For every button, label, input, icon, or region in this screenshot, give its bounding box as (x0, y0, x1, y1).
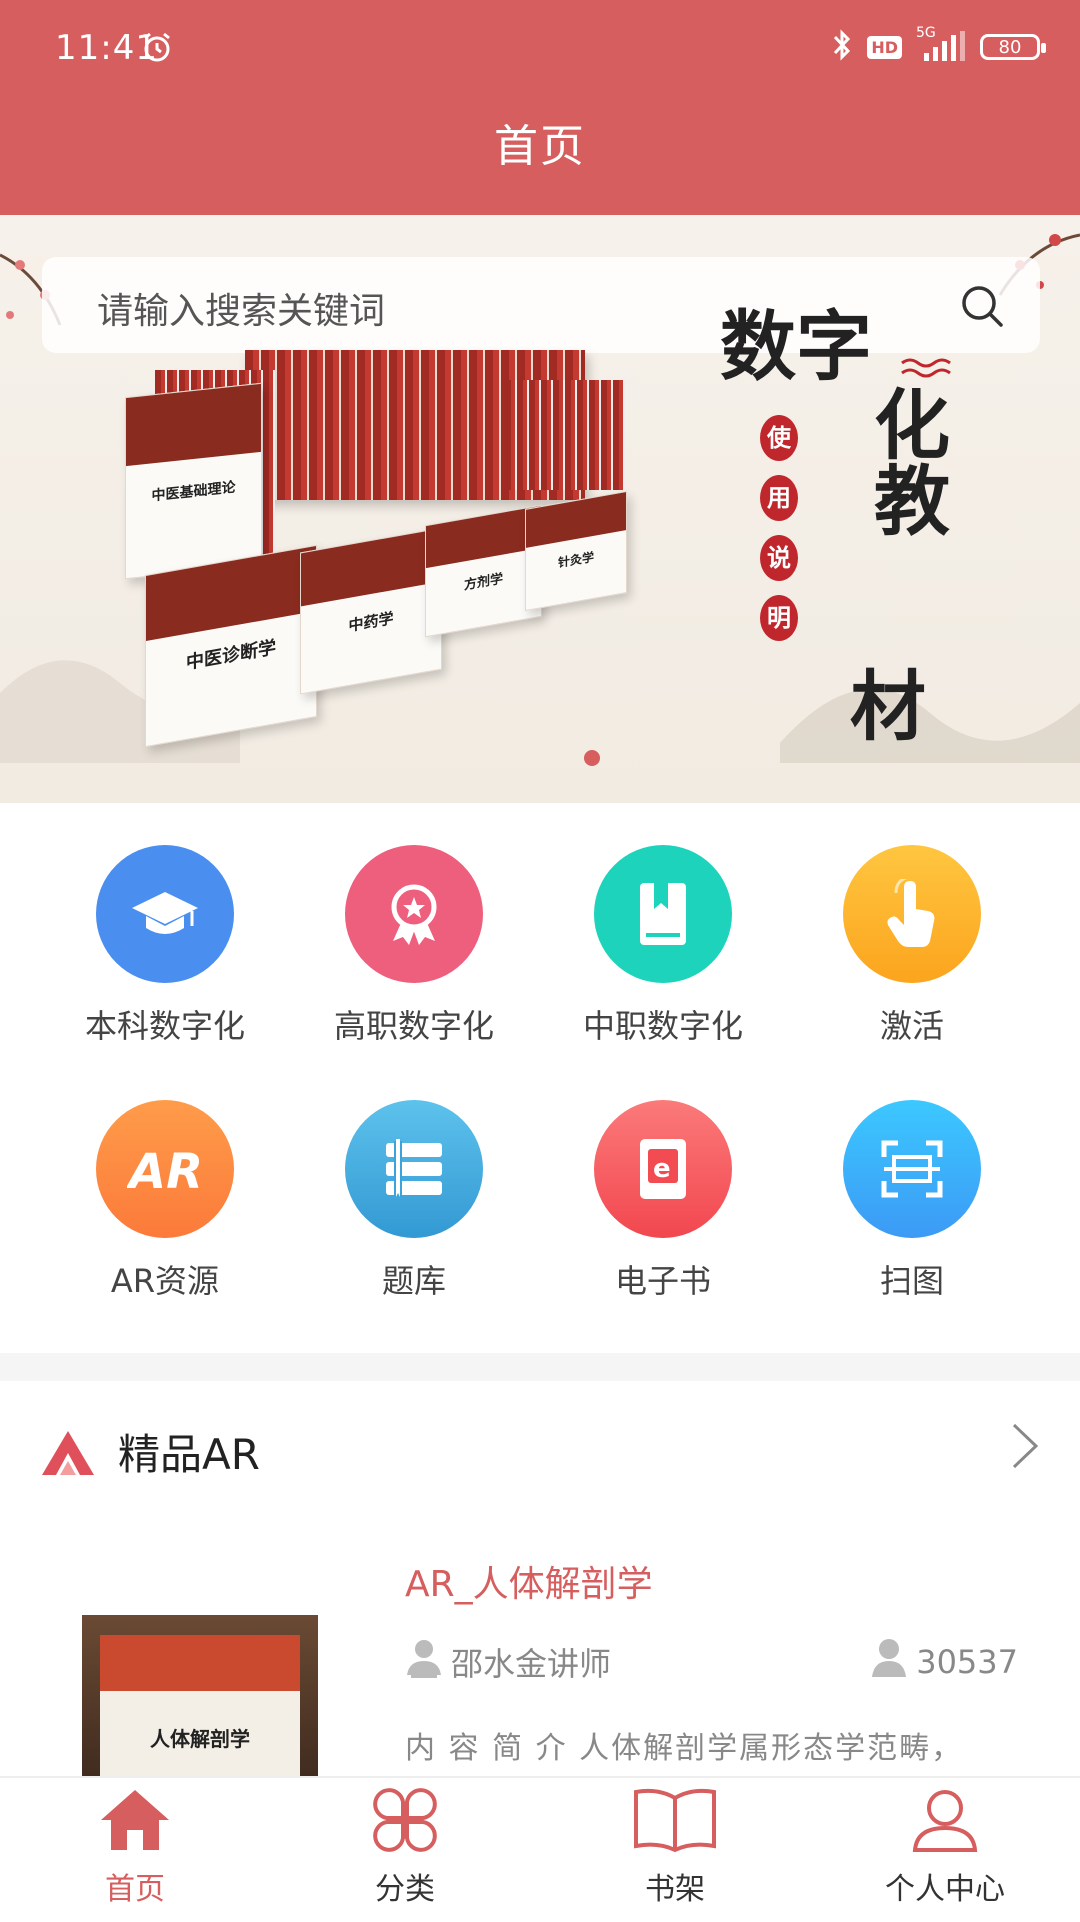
section-header[interactable]: 精品AR (0, 1381, 1080, 1521)
graduation-cap-icon (96, 845, 234, 983)
course-thumbnail: 人体解剖学 (82, 1615, 318, 1785)
bottom-navigation: 首页 分类 书架 个人中心 (0, 1776, 1080, 1922)
section-divider (0, 1353, 1080, 1381)
scan-icon (843, 1100, 981, 1238)
nav-home[interactable]: 首页 (0, 1786, 270, 1908)
banner-carousel[interactable]: 请输入搜索关键词 中医基础理论 中医诊断学 中药学 方剂学 针灸学 数字 化教 … (0, 215, 1080, 803)
book-cover: 针灸学 (525, 491, 627, 611)
question-bank-icon (345, 1100, 483, 1238)
course-description: 内 容 简 介 人体解剖学属形态学范畴， (405, 1731, 964, 1766)
nav-label: 个人中心 (885, 1872, 1005, 1907)
book-cover: 中医基础理论 (125, 382, 262, 580)
calligraphy-title: 数字 化教 材 使 用 说 明 (700, 285, 1020, 765)
status-bar: 11:41 HD 5G 80 (0, 0, 1080, 105)
search-input[interactable]: 请输入搜索关键词 (97, 282, 385, 334)
ar-course-card[interactable]: 人体解剖学 AR_人体解剖学 邵水金讲师 30537 内 容 简 介 人体解剖学… (0, 1545, 1080, 1785)
calligraphy-line-3: 材 (850, 662, 926, 751)
grid-item-scan[interactable]: 扫图 (792, 1100, 1032, 1302)
grid-item-ebook[interactable]: e 电子书 (543, 1100, 783, 1302)
wave-icon (901, 358, 951, 378)
grid-item-secondary-digital[interactable]: 中职数字化 (543, 845, 783, 1047)
category-icon (373, 1788, 437, 1852)
grid-item-label: 中职数字化 (582, 1007, 743, 1045)
award-badge-icon (345, 845, 483, 983)
grid-item-question-bank[interactable]: 题库 (294, 1100, 534, 1302)
nav-category[interactable]: 分类 (270, 1786, 540, 1908)
grid-item-label: 本科数字化 (84, 1007, 245, 1045)
battery-level: 80 (998, 36, 1022, 58)
book-shelf-right (505, 380, 625, 490)
status-icons: HD 5G 80 (831, 25, 1046, 66)
bookshelf-icon (634, 1788, 716, 1853)
grid-item-undergrad-digital[interactable]: 本科数字化 (45, 845, 285, 1047)
seal-char: 使 (760, 415, 798, 461)
lecturer-icon (405, 1637, 443, 1687)
grid-item-label: 扫图 (879, 1262, 944, 1300)
ar-icon: AR (96, 1100, 234, 1238)
grid-item-vocational-digital[interactable]: 高职数字化 (294, 845, 534, 1047)
grid-item-label: 激活 (879, 1007, 944, 1045)
battery-icon: 80 (980, 34, 1046, 60)
calligraphy-line-2: 化教 (861, 385, 950, 537)
user-icon (912, 1790, 978, 1852)
chevron-right-icon[interactable] (1008, 1421, 1042, 1475)
alarm-icon (140, 30, 174, 68)
bookmark-book-icon (594, 845, 732, 983)
grid-item-ar-resources[interactable]: AR AR资源 (45, 1100, 285, 1302)
course-title[interactable]: AR_人体解剖学 (405, 1555, 653, 1607)
book-title: 针灸学 (557, 549, 594, 571)
carousel-dot[interactable] (584, 750, 600, 766)
thumbnail-title: 人体解剖学 (150, 1727, 250, 1751)
user-count-icon (870, 1637, 908, 1687)
author-name: 邵水金讲师 (451, 1645, 612, 1683)
signal-icon: 5G (916, 25, 966, 63)
book-title: 中药学 (348, 609, 394, 635)
nav-label: 书架 (645, 1872, 705, 1907)
svg-text:e: e (653, 1154, 671, 1184)
grid-item-label: 题库 (381, 1262, 446, 1300)
seal-char: 用 (760, 475, 798, 521)
grid-item-label: 高职数字化 (333, 1007, 494, 1045)
view-count-value: 30537 (916, 1643, 1018, 1681)
calligraphy-line-1: 数字 (720, 302, 872, 391)
seal-char: 说 (760, 535, 798, 581)
grid-item-activate[interactable]: 激活 (792, 845, 1032, 1047)
svg-text:AR: AR (127, 1144, 203, 1194)
hand-tap-icon (843, 845, 981, 983)
section-title: 精品AR (118, 1430, 260, 1479)
home-icon (101, 1790, 169, 1850)
grid-item-label: AR资源 (110, 1262, 220, 1300)
book-title: 方剂学 (463, 571, 503, 594)
nav-profile[interactable]: 个人中心 (810, 1786, 1080, 1908)
nav-bookshelf[interactable]: 书架 (540, 1786, 810, 1908)
author-info: 邵水金讲师 (405, 1637, 611, 1687)
nav-label: 分类 (375, 1872, 435, 1907)
seal-char: 明 (760, 595, 798, 641)
books-illustration: 中医基础理论 中医诊断学 中药学 方剂学 针灸学 (85, 350, 665, 770)
grid-item-label: 电子书 (614, 1262, 711, 1300)
nav-label: 首页 (105, 1872, 165, 1907)
page-title: 首页 (494, 121, 586, 172)
book-cover: 中医诊断学 (145, 544, 317, 748)
ar-logo-icon (40, 1429, 96, 1481)
network-label: 5G (916, 25, 936, 41)
ebook-icon: e (594, 1100, 732, 1238)
bluetooth-icon (831, 28, 853, 66)
book-cover: 中药学 (300, 527, 442, 695)
hd-badge: HD (867, 35, 902, 59)
view-count: 30537 (870, 1637, 1018, 1687)
book-title: 中医基础理论 (151, 479, 236, 505)
top-bar: 11:41 HD 5G 80 首页 (0, 0, 1080, 215)
